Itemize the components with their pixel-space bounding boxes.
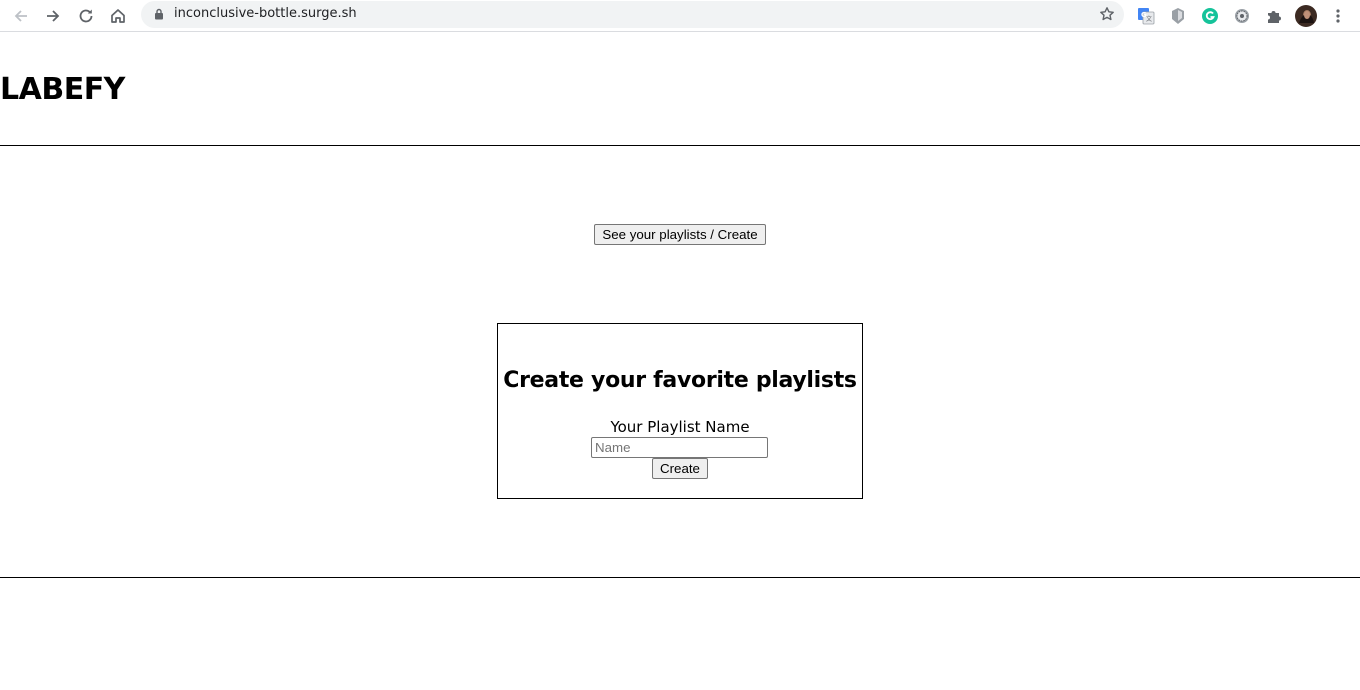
playlist-name-label: Your Playlist Name xyxy=(610,418,750,436)
gear-icon xyxy=(1235,9,1249,23)
site-logo-title: LABEFY xyxy=(0,72,125,107)
extension-shield[interactable] xyxy=(1166,4,1190,28)
arrow-left-icon xyxy=(14,10,27,22)
kebab-menu-icon xyxy=(1336,9,1340,23)
shield-icon xyxy=(1172,8,1184,24)
extensions-button[interactable] xyxy=(1262,4,1286,28)
footer-divider xyxy=(0,577,1360,578)
bookmark-star-icon[interactable] xyxy=(1099,6,1115,22)
forward-button[interactable] xyxy=(41,4,65,28)
create-button[interactable]: Create xyxy=(652,458,708,479)
header-divider xyxy=(0,145,1360,146)
reload-button[interactable] xyxy=(74,4,98,28)
card-title: Create your favorite playlists xyxy=(503,368,857,393)
address-bar[interactable]: inconclusive-bottle.surge.sh xyxy=(141,1,1124,28)
svg-text:文: 文 xyxy=(1146,15,1152,23)
google-translate-extension[interactable]: G 文 xyxy=(1134,4,1158,28)
arrow-right-icon xyxy=(47,10,60,22)
see-playlists-button[interactable]: See your playlists / Create xyxy=(594,224,766,245)
translate-icon: G 文 xyxy=(1138,8,1155,25)
extension-gear[interactable] xyxy=(1230,4,1254,28)
puzzle-icon xyxy=(1268,11,1281,23)
browser-menu-button[interactable] xyxy=(1326,4,1350,28)
create-playlist-card: Create your favorite playlists Your Play… xyxy=(497,323,863,499)
back-button[interactable] xyxy=(9,4,33,28)
grammarly-extension[interactable] xyxy=(1198,4,1222,28)
browser-toolbar: inconclusive-bottle.surge.sh G 文 xyxy=(0,0,1360,32)
playlist-name-input[interactable] xyxy=(591,437,768,458)
url-text: inconclusive-bottle.surge.sh xyxy=(174,6,357,21)
grammarly-icon xyxy=(1202,8,1218,24)
profile-button[interactable] xyxy=(1294,4,1318,28)
lock-icon[interactable] xyxy=(154,8,164,20)
home-button[interactable] xyxy=(106,4,130,28)
avatar xyxy=(1295,5,1317,27)
home-icon xyxy=(111,9,125,23)
reload-icon xyxy=(79,9,93,23)
